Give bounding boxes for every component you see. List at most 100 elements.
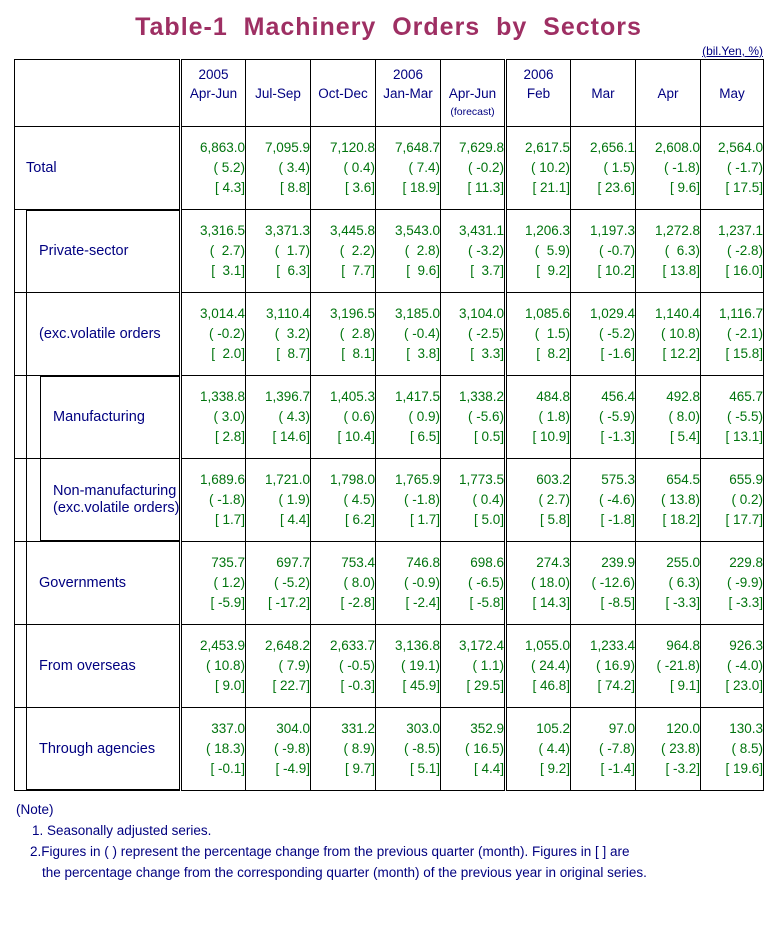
cell-yoy-change: [ 6.3] bbox=[276, 263, 310, 278]
cell-value: 337.0 bbox=[211, 721, 245, 736]
cell-value: 2,633.7 bbox=[329, 638, 375, 653]
cell-qoq-change: ( -4.6) bbox=[598, 492, 635, 507]
header-note-5 bbox=[507, 104, 570, 120]
cell-yoy-change: [ 3.1] bbox=[211, 263, 245, 278]
cell-yoy-change: [ -5.8] bbox=[469, 595, 504, 610]
cell-yoy-change: [ 19.6] bbox=[725, 761, 763, 776]
cell-value: 3,445.8 bbox=[329, 223, 375, 238]
table-row: (exc.volatile orders 3,014.4 ( -0.2) [ 2.0]… bbox=[14, 292, 764, 376]
cell-value: 1,272.8 bbox=[654, 223, 700, 238]
row-label-cell: Non-manufacturing (exc.volatile orders) bbox=[14, 458, 181, 542]
cell-value: 2,608.0 bbox=[654, 140, 700, 155]
cell-qoq-change: ( 1.5) bbox=[534, 326, 570, 341]
cell-qoq-change: ( -9.9) bbox=[726, 575, 763, 590]
cell-qoq-change: ( -0.2) bbox=[208, 326, 245, 341]
header-note-3 bbox=[376, 104, 440, 120]
cell-qoq-change: ( 0.4) bbox=[472, 492, 504, 507]
header-note-0 bbox=[182, 104, 245, 120]
cell-qoq-change: ( 2.8) bbox=[404, 243, 440, 258]
cell-qoq-change: ( 8.0) bbox=[668, 409, 700, 424]
data-cell: 746.8 ( -0.9) [ -2.4] bbox=[375, 541, 441, 625]
data-cell: 697.7 ( -5.2) [ -17.2] bbox=[245, 541, 311, 625]
cell-qoq-change: ( 4.3) bbox=[278, 409, 310, 424]
table-row: From overseas 2,453.9( 10.8)[ 9.0] 2,648.2… bbox=[14, 624, 764, 708]
cell-yoy-change: [ -1.8] bbox=[600, 512, 635, 527]
cell-value: 1,197.3 bbox=[589, 223, 635, 238]
cell-yoy-change: [ 17.7] bbox=[725, 512, 763, 527]
cell-value: 3,136.8 bbox=[394, 638, 440, 653]
data-cell: 926.3 ( -4.0) [ 23.0] bbox=[700, 624, 764, 708]
cell-value: 97.0 bbox=[608, 721, 635, 736]
cell-value: 3,431.1 bbox=[458, 223, 504, 238]
cell-value: 603.2 bbox=[536, 472, 570, 487]
cell-yoy-change: [ 10.4] bbox=[337, 429, 375, 444]
data-cell: 484.8 ( 1.8) [ 10.9] bbox=[504, 375, 571, 459]
cell-yoy-change: [ 17.5] bbox=[725, 180, 763, 195]
cell-qoq-change: ( 8.5) bbox=[731, 741, 763, 756]
unit-text: (bil.Yen, %) bbox=[702, 44, 763, 58]
cell-yoy-change: [ 4.4] bbox=[279, 512, 310, 527]
cell-yoy-change: [ 6.5] bbox=[409, 429, 440, 444]
data-cell: 1,116.7 ( -2.1) [ 15.8] bbox=[700, 292, 764, 376]
cell-yoy-change: [ -4.9] bbox=[275, 761, 310, 776]
table-page: Table-1 Machinery Orders by Sectors (bil… bbox=[0, 0, 777, 944]
row-label: Total bbox=[26, 160, 57, 176]
cell-yoy-change: [ -0.1] bbox=[210, 761, 245, 776]
data-cell: 2,656.1 ( 1.5) [ 23.6] bbox=[570, 126, 636, 210]
header-note-6 bbox=[571, 104, 635, 120]
cell-yoy-change: [ -0.3] bbox=[340, 678, 375, 693]
cell-value: 3,185.0 bbox=[394, 306, 440, 321]
cell-qoq-change: ( 0.2) bbox=[731, 492, 763, 507]
cell-value: 2,648.2 bbox=[264, 638, 310, 653]
cell-qoq-change: ( 23.8) bbox=[660, 741, 700, 756]
cell-yoy-change: [ 5.0] bbox=[473, 512, 504, 527]
cell-qoq-change: ( -1.8) bbox=[208, 492, 245, 507]
data-cell: 337.0 ( 18.3) [ -0.1] bbox=[179, 707, 246, 791]
cell-qoq-change: ( -9.8) bbox=[273, 741, 310, 756]
header-col-5: 2006 Feb bbox=[504, 59, 571, 127]
cell-yoy-change: [ 5.1] bbox=[409, 761, 440, 776]
cell-yoy-change: [ 21.1] bbox=[532, 180, 570, 195]
data-cell: 753.4 ( 8.0) [ -2.8] bbox=[310, 541, 376, 625]
cell-yoy-change: [ -17.2] bbox=[267, 595, 310, 610]
data-cell: 105.2 ( 4.4) [ 9.2] bbox=[504, 707, 571, 791]
row-label-cell: Total bbox=[14, 126, 181, 210]
cell-value: 1,405.3 bbox=[329, 389, 375, 404]
cell-yoy-change: [ 3.8] bbox=[406, 346, 440, 361]
cell-value: 1,338.2 bbox=[458, 389, 504, 404]
cell-yoy-change: [ 12.2] bbox=[662, 346, 700, 361]
note-line-2b: the percentage change from the correspon… bbox=[42, 864, 647, 880]
cell-yoy-change: [ 11.3] bbox=[467, 180, 504, 195]
data-cell: 2,453.9 ( 10.8) [ 9.0] bbox=[179, 624, 246, 708]
data-cell: 1,405.3 ( 0.6) [ 10.4] bbox=[310, 375, 376, 459]
header-note-4: (forecast) bbox=[450, 106, 495, 118]
row-label: Governments bbox=[39, 575, 127, 591]
data-cell: 239.9 ( -12.6) [ -8.5] bbox=[570, 541, 636, 625]
cell-value: 352.9 bbox=[470, 721, 504, 736]
data-cell: 1,338.2 ( -5.6) [ 0.5] bbox=[440, 375, 506, 459]
cell-value: 926.3 bbox=[729, 638, 763, 653]
header-period-1: Jul-Sep bbox=[255, 86, 301, 101]
data-cell: 1,765.9 ( -1.8) [ 1.7] bbox=[375, 458, 441, 542]
cell-yoy-change: [ 18.2] bbox=[662, 512, 700, 527]
data-cell: 655.9 ( 0.2) [ 17.7] bbox=[700, 458, 764, 542]
cell-value: 1,029.4 bbox=[589, 306, 635, 321]
cell-yoy-change: [ 9.2] bbox=[539, 761, 570, 776]
data-cell: 1,206.3 ( 5.9) [ 9.2] bbox=[504, 209, 571, 293]
data-cell: 304.0 ( -9.8) [ -4.9] bbox=[245, 707, 311, 791]
cell-value: 2,564.0 bbox=[717, 140, 763, 155]
cell-qoq-change: ( -8.5) bbox=[403, 741, 440, 756]
cell-qoq-change: ( -6.5) bbox=[467, 575, 504, 590]
cell-value: 3,110.4 bbox=[265, 306, 310, 321]
data-cell: 1,417.5 ( 0.9) [ 6.5] bbox=[375, 375, 441, 459]
cell-yoy-change: [ -3.3] bbox=[728, 595, 763, 610]
cell-yoy-change: [ -1.3] bbox=[600, 429, 635, 444]
data-cell: 1,140.4 ( 10.8) [ 12.2] bbox=[635, 292, 701, 376]
cell-value: 3,014.4 bbox=[199, 306, 245, 321]
cell-qoq-change: ( 7.4) bbox=[408, 160, 440, 175]
cell-value: 229.8 bbox=[729, 555, 763, 570]
header-col-8: May bbox=[700, 59, 764, 127]
cell-value: 3,196.5 bbox=[329, 306, 375, 321]
header-period-7: Apr bbox=[657, 86, 679, 101]
cell-yoy-change: [ 46.8] bbox=[532, 678, 570, 693]
